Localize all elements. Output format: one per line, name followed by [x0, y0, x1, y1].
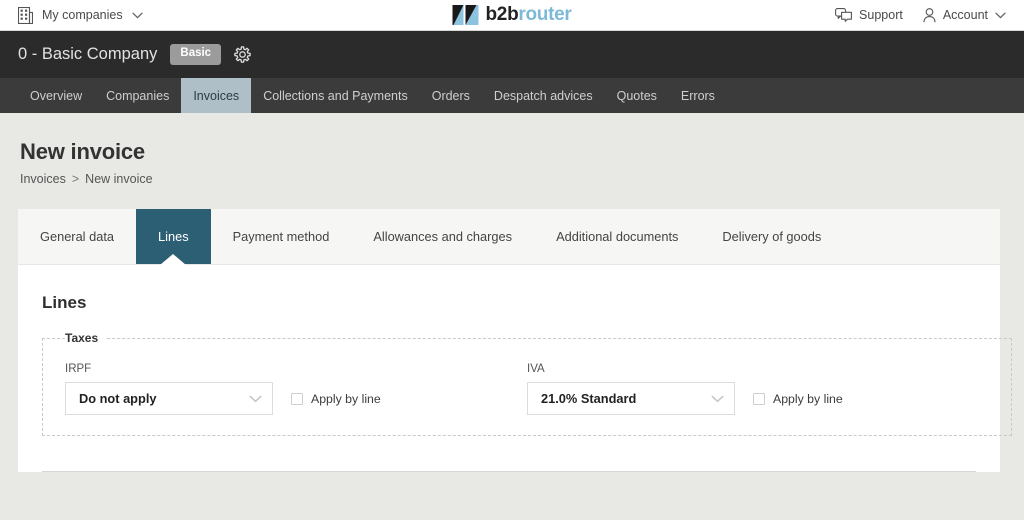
my-companies-label: My companies — [42, 8, 123, 22]
chevron-down-icon — [249, 395, 262, 403]
irpf-apply-by-line-checkbox[interactable]: Apply by line — [291, 392, 381, 406]
nav-label: Quotes — [616, 88, 657, 103]
my-companies-menu[interactable]: My companies — [0, 6, 143, 24]
tab-label: General data — [40, 229, 114, 244]
brand-logo[interactable]: b2brouter — [452, 4, 572, 26]
tab-label: Delivery of goods — [722, 229, 822, 244]
top-utility-bar: My companies b2brouter Support Account — [0, 0, 1024, 31]
top-utility-right: Support Account — [835, 7, 1024, 23]
brand-text-second: router — [518, 4, 572, 25]
invoice-tabs: General data Lines Payment method Allowa… — [18, 209, 1000, 265]
brand-text-first: b2b — [485, 4, 519, 25]
irpf-select-value: Do not apply — [79, 391, 157, 406]
page-title: New invoice — [20, 139, 145, 164]
chevron-down-icon — [711, 395, 724, 403]
account-label: Account — [942, 8, 988, 22]
lines-panel: Lines Taxes IRPF Do not apply Apply by l… — [18, 265, 1012, 472]
irpf-group: IRPF Do not apply Apply by line — [65, 359, 527, 415]
checkbox-box[interactable] — [291, 392, 303, 405]
irpf-apply-by-line-label: Apply by line — [311, 391, 381, 406]
iva-apply-by-line-label: Apply by line — [773, 391, 843, 406]
tab-label: Payment method — [232, 229, 330, 244]
plan-badge[interactable]: Basic — [170, 44, 222, 65]
page-header: New invoice Invoices > New invoice — [0, 113, 1024, 186]
iva-field-row: 21.0% Standard Apply by line — [527, 382, 989, 415]
irpf-label: IRPF — [65, 363, 92, 375]
chevron-down-icon — [995, 12, 1006, 19]
irpf-select[interactable]: Do not apply — [65, 382, 273, 415]
breadcrumb-item-current: New invoice — [85, 172, 153, 186]
nav-label: Companies — [106, 88, 170, 103]
taxes-fieldset: Taxes IRPF Do not apply Apply by line IV… — [42, 331, 1012, 436]
checkbox-box[interactable] — [753, 392, 765, 405]
nav-label: Orders — [431, 88, 470, 103]
company-name: 0 - Basic Company — [18, 45, 158, 63]
tab-label: Lines — [158, 229, 189, 244]
main-navigation: Overview Companies Invoices Collections … — [0, 78, 1024, 113]
iva-select-value: 21.0% Standard — [541, 391, 637, 406]
nav-item-errors[interactable]: Errors — [669, 78, 727, 113]
nav-item-overview[interactable]: Overview — [18, 78, 94, 113]
chat-bubbles-icon — [835, 8, 852, 22]
nav-label: Errors — [680, 88, 715, 103]
breadcrumb-item-invoices[interactable]: Invoices — [20, 172, 66, 186]
tab-additional-documents[interactable]: Additional documents — [534, 209, 700, 264]
nav-item-orders[interactable]: Orders — [420, 78, 482, 113]
company-header-bar: 0 - Basic Company Basic — [0, 31, 1024, 78]
tab-delivery-of-goods[interactable]: Delivery of goods — [700, 209, 843, 264]
b2brouter-logo-icon — [452, 4, 479, 26]
tab-allowances-and-charges[interactable]: Allowances and charges — [351, 209, 534, 264]
support-button[interactable]: Support — [835, 8, 903, 22]
section-divider — [42, 471, 976, 472]
taxes-row: IRPF Do not apply Apply by line IVA 21.0… — [65, 359, 989, 415]
irpf-field-row: Do not apply Apply by line — [65, 382, 527, 415]
breadcrumb: Invoices > New invoice — [20, 172, 1024, 186]
iva-label: IVA — [527, 363, 545, 375]
gear-icon[interactable] — [234, 46, 251, 63]
chevron-down-icon — [131, 12, 143, 19]
breadcrumb-separator: > — [71, 172, 80, 186]
section-title: Lines — [42, 293, 87, 312]
active-tab-notch — [160, 254, 187, 265]
tab-general-data[interactable]: General data — [18, 209, 136, 264]
brand-text: b2brouter — [486, 4, 572, 26]
nav-item-invoices[interactable]: Invoices — [181, 78, 252, 113]
iva-select[interactable]: 21.0% Standard — [527, 382, 735, 415]
support-label: Support — [859, 8, 903, 22]
nav-item-collections-and-payments[interactable]: Collections and Payments — [251, 78, 420, 113]
invoice-form-card: General data Lines Payment method Allowa… — [18, 209, 1012, 472]
building-icon — [18, 6, 33, 24]
tab-lines[interactable]: Lines — [136, 209, 211, 265]
nav-item-quotes[interactable]: Quotes — [605, 78, 669, 113]
tab-label: Additional documents — [556, 229, 679, 244]
tab-label: Allowances and charges — [373, 229, 513, 244]
nav-label: Overview — [30, 88, 83, 103]
account-menu[interactable]: Account — [923, 7, 1006, 23]
iva-apply-by-line-checkbox[interactable]: Apply by line — [753, 392, 843, 406]
taxes-legend: Taxes — [65, 331, 99, 345]
iva-group: IVA 21.0% Standard Apply by line — [527, 359, 989, 415]
nav-label: Collections and Payments — [263, 88, 408, 103]
nav-item-companies[interactable]: Companies — [94, 78, 181, 113]
nav-label: Invoices — [193, 88, 240, 103]
user-icon — [923, 7, 936, 23]
nav-label: Despatch advices — [493, 88, 593, 103]
nav-item-despatch-advices[interactable]: Despatch advices — [482, 78, 605, 113]
tab-payment-method[interactable]: Payment method — [211, 209, 352, 264]
